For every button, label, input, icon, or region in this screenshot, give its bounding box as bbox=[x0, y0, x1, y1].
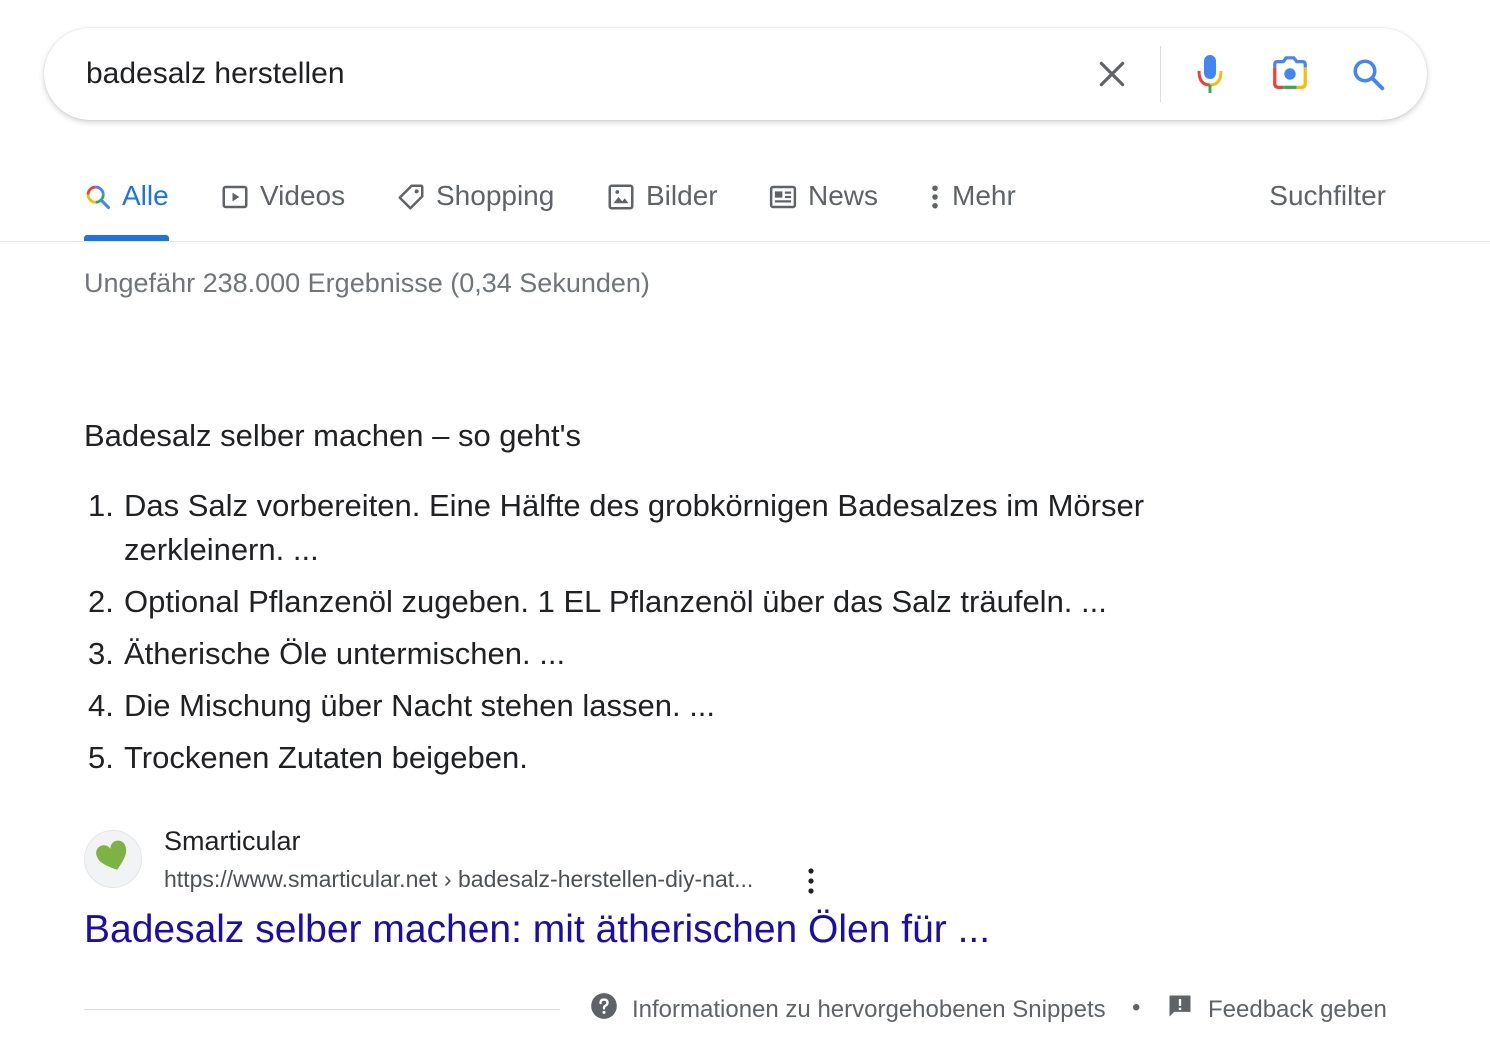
step-text: Optional Pflanzenöl zugeben. 1 EL Pflanz… bbox=[124, 584, 1107, 619]
snippet-info-label: Informationen zu hervorgehobenen Snippet… bbox=[632, 995, 1106, 1023]
list-item: 3. Ätherische Öle untermischen. ... bbox=[84, 632, 1204, 676]
tab-label: News bbox=[808, 180, 879, 211]
search-input[interactable] bbox=[86, 50, 1066, 98]
green-heart-icon bbox=[95, 839, 131, 880]
feedback-label: Feedback geben bbox=[1208, 995, 1387, 1023]
search-bar bbox=[44, 28, 1427, 120]
search-bar-divider bbox=[1160, 46, 1161, 102]
list-item: 1. Das Salz vorbereiten. Eine Hälfte des… bbox=[84, 484, 1204, 572]
microphone-icon[interactable] bbox=[1190, 54, 1230, 94]
tab-images[interactable]: Bilder bbox=[606, 178, 718, 240]
featured-snippet-title: Badesalz selber machen – so geht's bbox=[84, 418, 582, 453]
tab-label: Videos bbox=[260, 180, 346, 211]
search-tools-button[interactable]: Suchfilter bbox=[1269, 178, 1386, 214]
tab-videos[interactable]: Videos bbox=[220, 178, 345, 240]
list-item: 2. Optional Pflanzenöl zugeben. 1 EL Pfl… bbox=[84, 580, 1204, 624]
featured-snippet-steps: 1. Das Salz vorbereiten. Eine Hälfte des… bbox=[84, 484, 1204, 788]
list-item: 5. Trockenen Zutaten beigeben. bbox=[84, 736, 1204, 780]
step-number: 4. bbox=[88, 688, 114, 723]
tag-icon bbox=[396, 178, 426, 216]
step-number: 2. bbox=[88, 584, 114, 619]
tab-label: Mehr bbox=[952, 180, 1016, 211]
step-text: Die Mischung über Nacht stehen lassen. .… bbox=[124, 688, 716, 723]
footer-separator: • bbox=[1132, 994, 1141, 1021]
tab-label: Alle bbox=[122, 180, 169, 211]
step-number: 1. bbox=[88, 488, 114, 523]
step-text: Ätherische Öle untermischen. ... bbox=[124, 636, 566, 671]
snippet-info-link[interactable]: Informationen zu hervorgehobenen Snippet… bbox=[590, 992, 1106, 1027]
site-url: https://www.smarticular.net › badesalz-h… bbox=[164, 866, 754, 892]
tab-all[interactable]: Alle bbox=[84, 178, 169, 241]
feedback-icon bbox=[1166, 992, 1194, 1027]
newspaper-icon bbox=[768, 178, 798, 216]
result-stats: Ungefähr 238.000 Ergebnisse (0,34 Sekund… bbox=[84, 268, 650, 298]
site-favicon bbox=[84, 830, 142, 888]
result-source[interactable]: Smarticular https://www.smarticular.net … bbox=[84, 826, 844, 896]
search-tabs: Alle Videos Shopping Bilder News Mehr Su… bbox=[0, 168, 1490, 242]
help-icon bbox=[590, 992, 618, 1027]
divider bbox=[84, 1009, 560, 1010]
tab-label: Bilder bbox=[646, 180, 718, 211]
image-icon bbox=[606, 178, 636, 216]
tab-more[interactable]: Mehr bbox=[924, 178, 1016, 240]
step-number: 3. bbox=[88, 636, 114, 671]
step-text: Das Salz vorbereiten. Eine Hälfte des gr… bbox=[124, 488, 1145, 567]
search-results-page: Alle Videos Shopping bbox=[0, 0, 1490, 1040]
result-title-link[interactable]: Badesalz selber machen: mit ätherischen … bbox=[84, 908, 990, 952]
camera-lens-icon[interactable] bbox=[1270, 54, 1310, 94]
snippet-footer: Informationen zu hervorgehobenen Snippet… bbox=[84, 988, 1388, 1032]
site-name: Smarticular bbox=[164, 826, 301, 856]
search-multicolor-icon bbox=[84, 178, 112, 216]
play-icon bbox=[220, 178, 250, 216]
step-text: Trockenen Zutaten beigeben. bbox=[124, 740, 528, 775]
tab-shopping[interactable]: Shopping bbox=[396, 178, 554, 240]
clear-icon[interactable] bbox=[1092, 54, 1132, 94]
search-icon[interactable] bbox=[1348, 54, 1388, 94]
tab-news[interactable]: News bbox=[768, 178, 878, 240]
more-vertical-icon bbox=[924, 178, 946, 216]
feedback-link[interactable]: Feedback geben bbox=[1166, 992, 1387, 1027]
result-options-icon[interactable] bbox=[796, 864, 826, 898]
list-item: 4. Die Mischung über Nacht stehen lassen… bbox=[84, 684, 1204, 728]
step-number: 5. bbox=[88, 740, 114, 775]
tab-label: Shopping bbox=[436, 180, 555, 211]
